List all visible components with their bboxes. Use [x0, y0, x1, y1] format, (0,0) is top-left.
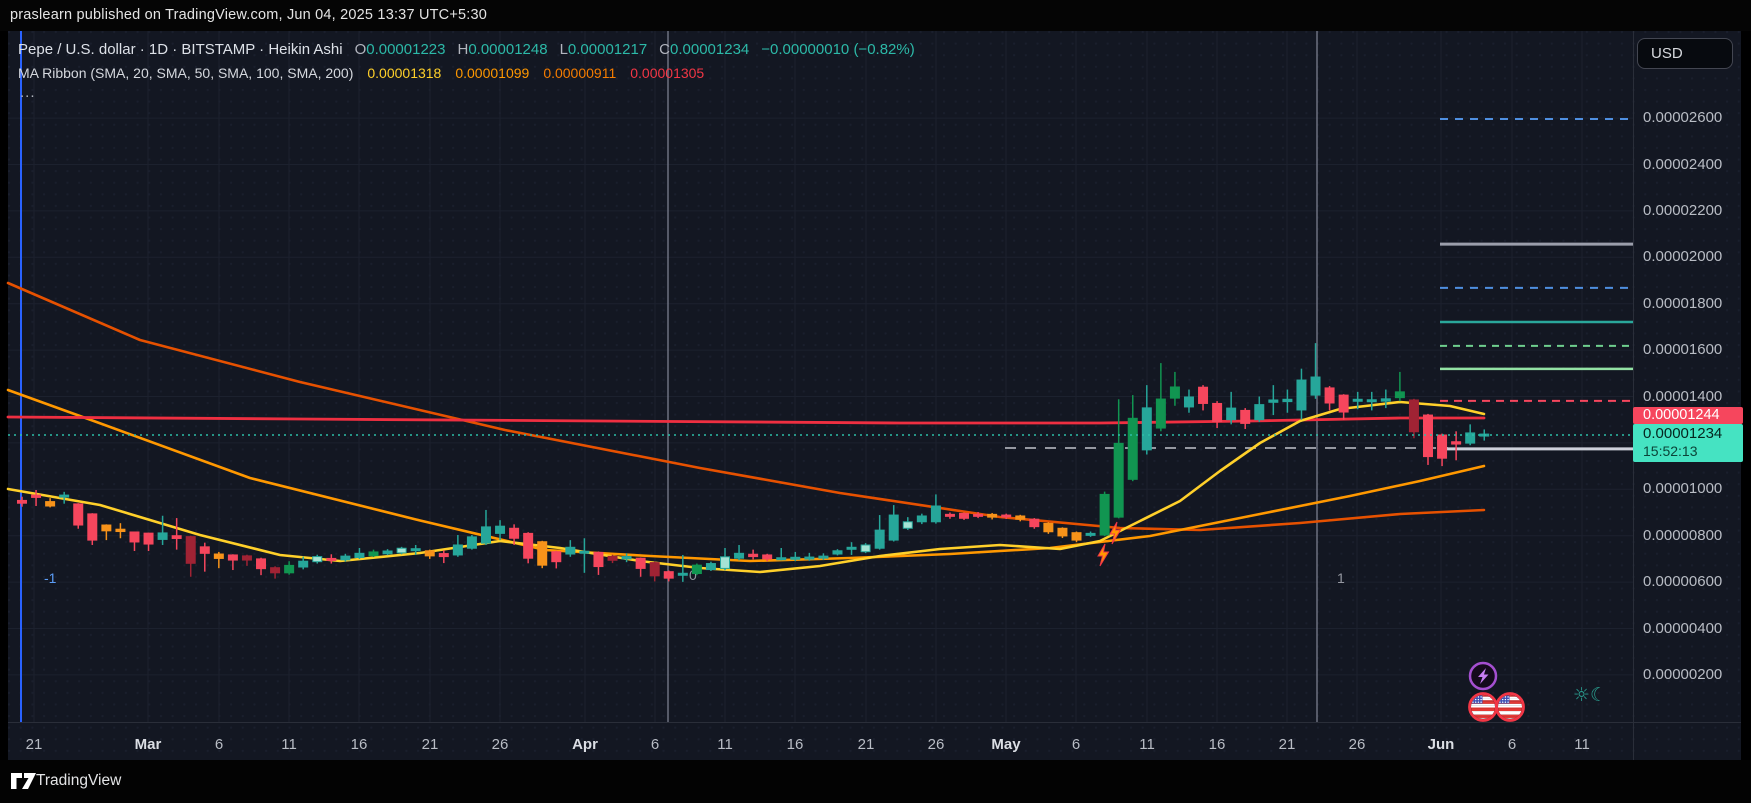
ohlc-label: H — [445, 41, 468, 58]
time-axis-border — [8, 722, 1741, 723]
price-axis-label: 0.00000200 — [1643, 666, 1722, 683]
change-value: −0.00000010 (−0.82%) — [749, 41, 914, 58]
price-axis-border — [1633, 31, 1634, 760]
indicator-value: 0.00001099 — [441, 65, 529, 81]
last-price-badge: 0.00001234 15:52:13 — [1633, 424, 1743, 462]
publish-info-bar: praslearn published on TradingView.com, … — [0, 0, 1751, 31]
ohlc-value: 0.00001248 — [468, 41, 547, 58]
indicator-value: 0.00000911 — [529, 65, 616, 81]
ohlc-label: O — [343, 41, 367, 58]
price-axis-label: 0.00001600 — [1643, 341, 1722, 358]
last-price-value: 0.00001234 — [1633, 424, 1743, 443]
price-axis-label: 0.00002200 — [1643, 202, 1722, 219]
indicator-value: 0.00001305 — [616, 65, 704, 81]
publish-info-text: praslearn published on TradingView.com, … — [10, 7, 487, 23]
time-axis-label: 21 — [422, 736, 439, 753]
ohlc-value: 0.00001223 — [366, 41, 445, 58]
price-axis-label: 0.00002400 — [1643, 156, 1722, 173]
tradingview-published-chart: praslearn published on TradingView.com, … — [0, 0, 1751, 803]
chart-surface[interactable] — [8, 31, 1741, 760]
attribution-footer: TradingView — [0, 760, 1751, 803]
alert-price-value: 0.00001244 — [1633, 407, 1743, 424]
price-axis-label: 0.00001400 — [1643, 388, 1722, 405]
tradingview-logo-text: TradingView — [36, 772, 121, 790]
more-indicators-button[interactable]: ... — [20, 84, 36, 101]
ohlc-label: L — [548, 41, 568, 58]
symbol-title: Pepe / U.S. dollar · 1D · BITSTAMP · Hei… — [18, 41, 343, 58]
ohlc-value: 0.00001234 — [670, 41, 749, 58]
time-axis-label: 21 — [858, 736, 875, 753]
time-axis-label: 26 — [1349, 736, 1366, 753]
time-axis-label: 11 — [281, 736, 297, 753]
indicator-name: MA Ribbon (SMA, 20, SMA, 50, SMA, 100, S… — [18, 65, 353, 81]
time-axis-label: 16 — [351, 736, 368, 753]
time-axis-label: 26 — [928, 736, 945, 753]
tradingview-logo-icon — [11, 773, 37, 793]
time-axis-label: 26 — [492, 736, 509, 753]
time-axis-label: 6 — [1072, 736, 1080, 753]
price-axis-label: 0.00000400 — [1643, 620, 1722, 637]
time-axis-label: May — [991, 736, 1020, 753]
time-axis-label: 6 — [651, 736, 659, 753]
price-axis-label: 0.00002000 — [1643, 248, 1722, 265]
time-axis-label: 21 — [26, 736, 43, 753]
time-axis-label: 6 — [1508, 736, 1516, 753]
time-axis-label: 6 — [215, 736, 223, 753]
price-axis-label: 0.00000800 — [1643, 527, 1722, 544]
indicator-header-row[interactable]: MA Ribbon (SMA, 20, SMA, 50, SMA, 100, S… — [18, 65, 704, 81]
price-axis-label: 0.00000600 — [1643, 573, 1722, 590]
alert-price-badge: 0.00001244 — [1633, 407, 1743, 424]
bar-close-countdown: 15:52:13 — [1633, 443, 1743, 460]
time-axis-label: 11 — [1574, 736, 1590, 753]
symbol-header-row[interactable]: Pepe / U.S. dollar · 1D · BITSTAMP · Hei… — [18, 41, 915, 58]
ohlc-label: C — [647, 41, 670, 58]
time-axis-label: 11 — [717, 736, 733, 753]
time-axis-label: 16 — [787, 736, 804, 753]
time-axis-label: 11 — [1139, 736, 1155, 753]
price-axis-label: 0.00001800 — [1643, 295, 1722, 312]
price-axis-label: 0.00002600 — [1643, 109, 1722, 126]
price-axis-label: 0.00001000 — [1643, 480, 1722, 497]
indicator-value: 0.00001318 — [353, 65, 441, 81]
time-axis-label: Apr — [572, 736, 598, 753]
time-axis-label: Mar — [135, 736, 162, 753]
time-axis-label: 21 — [1279, 736, 1296, 753]
ohlc-value: 0.00001217 — [568, 41, 647, 58]
currency-toggle-button[interactable]: USD — [1637, 38, 1733, 69]
time-axis-label: 16 — [1209, 736, 1226, 753]
time-axis-label: Jun — [1428, 736, 1455, 753]
